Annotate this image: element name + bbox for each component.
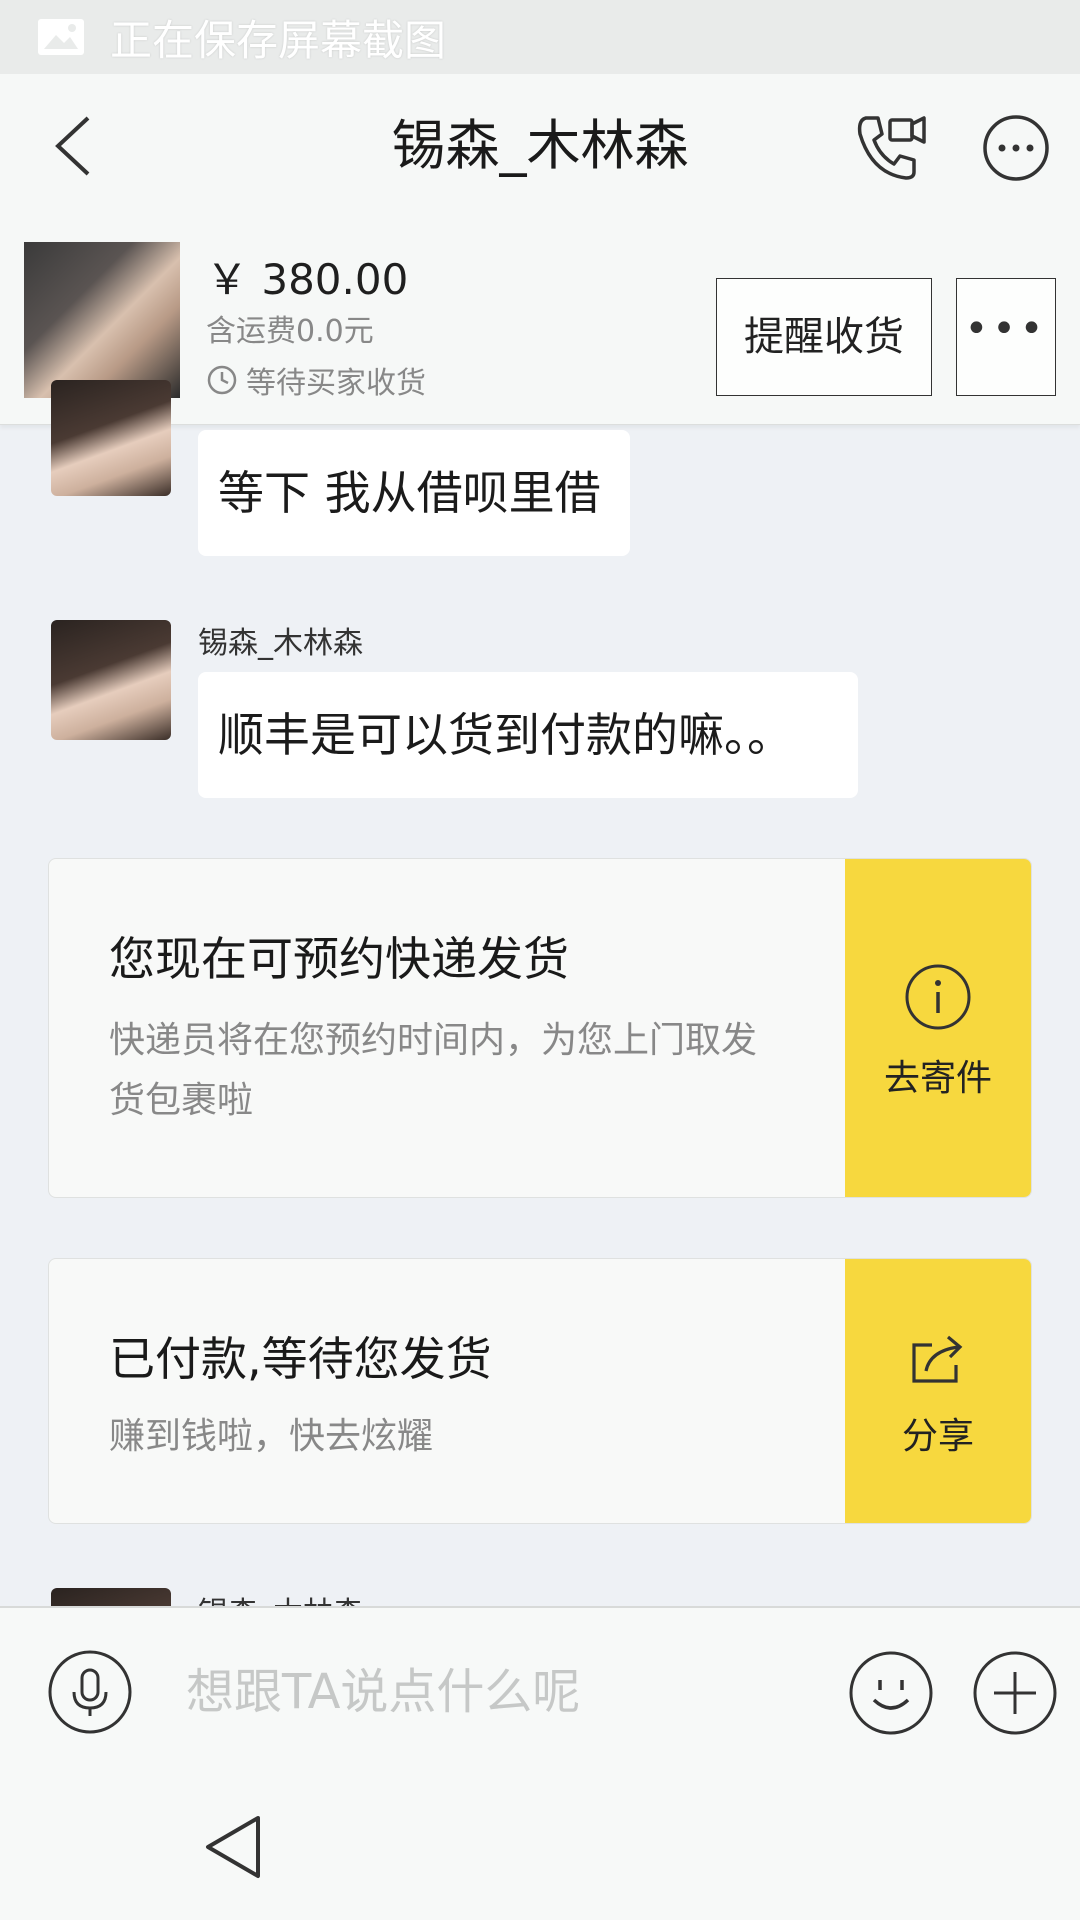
call-button[interactable] [852, 112, 928, 182]
more-circle-icon[interactable] [982, 114, 1050, 182]
order-status: 等待买家收货 [206, 358, 426, 402]
card-description: 赚到钱啦，快去炫耀 [109, 1416, 434, 1457]
order-more-button[interactable]: ••• [956, 278, 1056, 396]
remind-receipt-button[interactable]: 提醒收货 [716, 278, 932, 396]
plus-icon[interactable] [972, 1650, 1058, 1736]
shipping-fee: 含运费0.0元 [206, 314, 374, 349]
system-navigation-bar [0, 1776, 1080, 1920]
paid-awaiting-shipment-card[interactable]: 已付款,等待您发货 赚到钱啦，快去炫耀 分享 [48, 1258, 1032, 1524]
message-bubble: 等下 我从借呗里借 [198, 430, 630, 556]
message-input[interactable] [186, 1648, 806, 1736]
send-package-button[interactable]: 去寄件 [845, 859, 1031, 1197]
send-package-label: 去寄件 [883, 1058, 992, 1099]
card-title: 已付款,等待您发货 [109, 1332, 492, 1386]
sender-name: 锡森_木林森 [198, 626, 363, 661]
message-bubble: 顺丰是可以货到付款的嘛。。 [198, 672, 858, 798]
clock-icon [207, 365, 237, 395]
emoji-icon[interactable] [848, 1650, 934, 1736]
card-description: 快递员将在您预约时间内，为您上门取发货包裹啦 [109, 1020, 758, 1121]
info-icon [905, 964, 971, 1030]
avatar[interactable] [51, 620, 171, 740]
chat-header: 锡森_木林森 [0, 74, 1080, 219]
share-icon [912, 1335, 963, 1383]
status-text: 正在保存屏幕截图 [110, 15, 447, 65]
share-button[interactable]: 分享 [845, 1259, 1031, 1523]
product-thumbnail[interactable] [24, 242, 180, 398]
card-title: 您现在可预约快递发货 [109, 932, 569, 986]
schedule-pickup-card[interactable]: 您现在可预约快递发货 快递员将在您预约时间内，为您上门取发货包裹啦 去寄件 [48, 858, 1032, 1198]
avatar[interactable] [51, 1588, 171, 1606]
status-bar: 正在保存屏幕截图 [0, 0, 1080, 74]
system-back-icon[interactable] [202, 1812, 264, 1882]
microphone-icon[interactable] [48, 1650, 132, 1734]
order-status-text: 等待买家收货 [246, 366, 426, 401]
image-icon [38, 19, 84, 55]
sender-name: 锡森_木林森 [198, 1588, 363, 1606]
partial-message-row: 锡森_木林森 [0, 1580, 1080, 1606]
share-label: 分享 [901, 1416, 974, 1457]
order-price: ￥ 380.00 [206, 255, 409, 304]
message-input-bar [0, 1606, 1080, 1778]
avatar[interactable] [51, 380, 171, 496]
